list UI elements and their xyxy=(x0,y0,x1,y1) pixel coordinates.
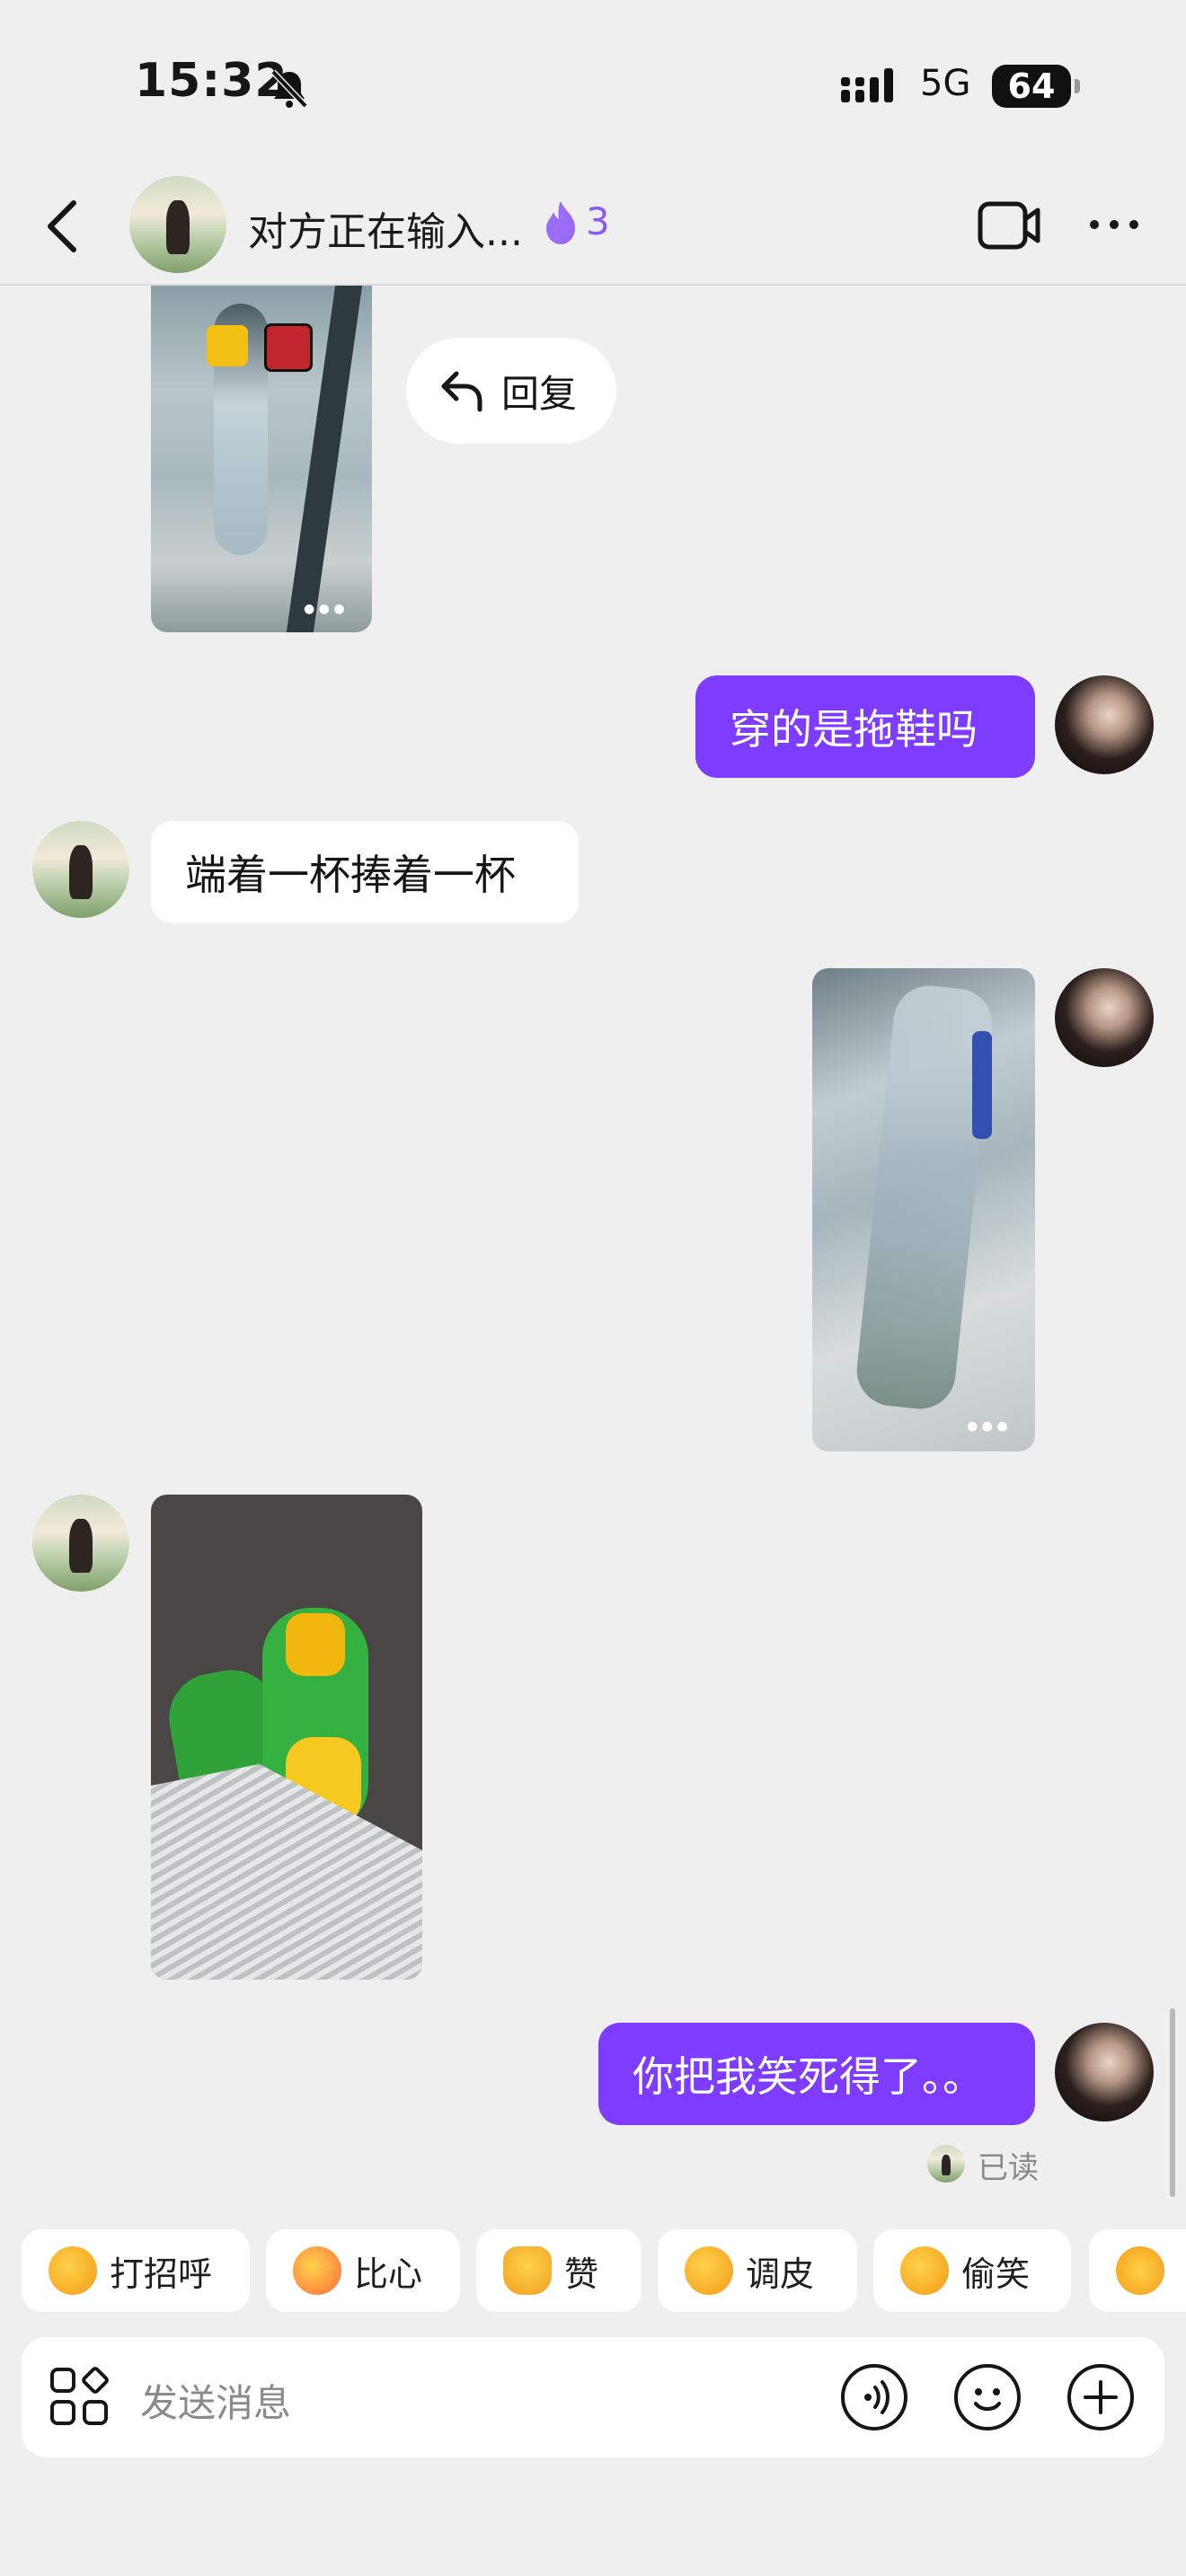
quick-reply-chip[interactable]: 调皮 xyxy=(658,2229,857,2312)
sticker-bell xyxy=(207,325,248,366)
battery-indicator: 64 xyxy=(992,65,1080,108)
emoji-button[interactable] xyxy=(954,2364,1021,2430)
quick-reply-chip-partial[interactable] xyxy=(1089,2229,1186,2312)
mute-bell-icon xyxy=(270,69,308,109)
blue-stripe xyxy=(972,1031,992,1139)
sock-yellow xyxy=(286,1613,345,1676)
contact-avatar-message[interactable] xyxy=(32,821,129,918)
striped-pants xyxy=(151,1764,422,1980)
my-avatar[interactable] xyxy=(1055,2023,1154,2122)
apps-grid-icon[interactable] xyxy=(49,2366,111,2429)
my-avatar[interactable] xyxy=(1055,968,1154,1067)
received-photo-slippers[interactable] xyxy=(151,1495,422,1980)
smile-emoji-icon xyxy=(49,2246,97,2295)
sent-message[interactable]: 你把我笑死得了。。 xyxy=(598,2023,1035,2125)
video-dots: ● ● ● xyxy=(967,1419,1008,1434)
plus-icon xyxy=(1084,2380,1118,2414)
chip-label: 打招呼 xyxy=(110,2254,213,2294)
chip-label: 赞 xyxy=(564,2254,599,2294)
sticker-dice xyxy=(264,323,313,372)
video-dots: ● ● ● xyxy=(304,602,345,616)
message-text: 端着一杯捧着一杯 xyxy=(185,851,516,899)
reply-arrow-icon xyxy=(441,371,482,412)
heart-hand-emoji-icon xyxy=(1116,2246,1164,2295)
thumbs-up-emoji-icon xyxy=(503,2246,552,2295)
message-text: 穿的是拖鞋吗 xyxy=(730,705,978,754)
add-button[interactable] xyxy=(1067,2364,1134,2430)
received-video-thumbnail[interactable]: ● ● ● xyxy=(151,286,372,632)
voice-button[interactable] xyxy=(841,2364,907,2430)
emoji-face-icon xyxy=(974,2388,1001,2411)
chip-label: 调皮 xyxy=(746,2254,815,2294)
message-input[interactable]: 发送消息 xyxy=(140,2373,291,2428)
chip-label: 偷笑 xyxy=(961,2254,1031,2294)
contact-avatar-message[interactable] xyxy=(32,1495,129,1592)
quick-reply-chip[interactable]: 比心 xyxy=(266,2229,460,2312)
read-receipt-avatar xyxy=(927,2145,965,2183)
chip-label: 比心 xyxy=(354,2254,423,2294)
back-arrow-icon[interactable] xyxy=(43,199,83,253)
network-type: 5G xyxy=(920,63,971,104)
voice-wave-icon xyxy=(864,2380,890,2414)
reply-button[interactable]: 回复 xyxy=(406,338,616,444)
signal-icon xyxy=(841,68,893,102)
contact-avatar[interactable] xyxy=(129,176,226,273)
heart-hands-emoji-icon xyxy=(293,2246,341,2295)
scrollbar[interactable] xyxy=(1170,2008,1175,2197)
giggle-emoji-icon xyxy=(900,2246,949,2295)
flame-icon xyxy=(546,201,575,244)
sent-message[interactable]: 穿的是拖鞋吗 xyxy=(695,675,1035,778)
quick-reply-chip[interactable]: 打招呼 xyxy=(22,2229,250,2312)
quick-reply-chip[interactable]: 赞 xyxy=(476,2229,642,2312)
quick-reply-chip[interactable]: 偷笑 xyxy=(873,2229,1071,2312)
read-status: 已读 xyxy=(978,2150,1039,2186)
sent-video-thumbnail[interactable]: ● ● ● xyxy=(812,968,1035,1451)
chat-title: 对方正在输入... xyxy=(248,209,523,255)
reply-label: 回复 xyxy=(501,371,578,416)
flame-count: 3 xyxy=(586,199,610,243)
wink-emoji-icon xyxy=(685,2246,733,2295)
more-options-icon[interactable] xyxy=(1087,216,1141,234)
message-text: 你把我笑死得了。。 xyxy=(633,2052,984,2101)
my-avatar[interactable] xyxy=(1055,675,1154,774)
received-message[interactable]: 端着一杯捧着一杯 xyxy=(151,821,579,923)
video-call-icon[interactable] xyxy=(978,201,1042,250)
status-time: 15:32 xyxy=(135,54,288,108)
